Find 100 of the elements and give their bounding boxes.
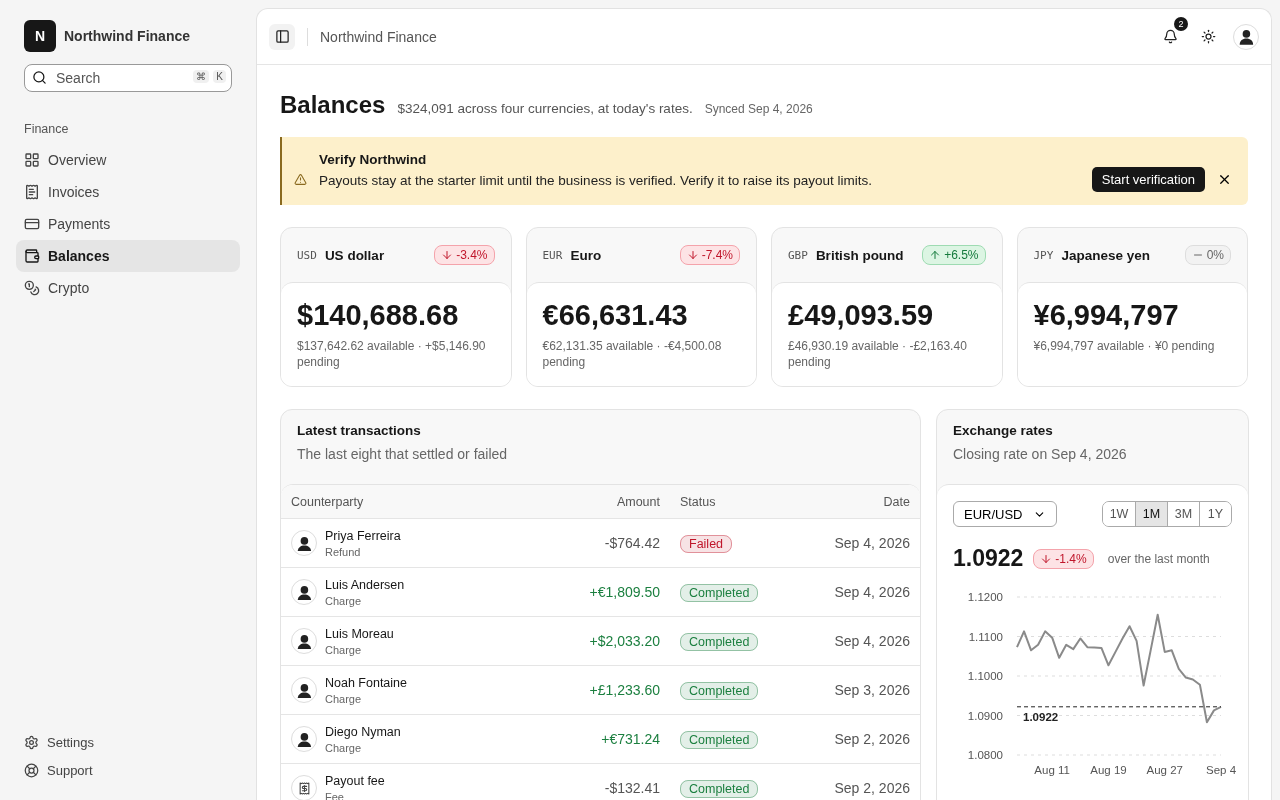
user-avatar[interactable] bbox=[1233, 23, 1259, 50]
coins-icon bbox=[24, 280, 40, 296]
close-button[interactable] bbox=[1217, 172, 1232, 187]
rate-value: 1.0922 bbox=[953, 545, 1024, 572]
counterparty-name: Payout fee bbox=[325, 773, 385, 788]
nav-item[interactable]: Settings bbox=[16, 728, 240, 756]
reference-label: 1.0922 bbox=[1023, 710, 1059, 723]
amount-cell-text: +€731.24 bbox=[600, 731, 660, 747]
currency-pair-select[interactable]: EUR/USD bbox=[953, 501, 1057, 527]
change-badge: -3.4% bbox=[434, 245, 495, 265]
page-title: Balances bbox=[280, 91, 386, 119]
sun-icon bbox=[1200, 29, 1216, 44]
nav-item[interactable]: Payments bbox=[16, 208, 240, 240]
shortcut-key: ⌘ bbox=[193, 70, 210, 83]
currency-name: Japanese yen bbox=[1061, 247, 1151, 263]
search-icon bbox=[32, 70, 47, 85]
column-header: Date bbox=[882, 494, 910, 509]
change-badge: +6.5% bbox=[922, 245, 986, 265]
grid-icon bbox=[24, 152, 40, 168]
currency-code: EUR bbox=[542, 248, 563, 262]
balance-detail: ¥6,994,797 available · ¥0 pending bbox=[1033, 338, 1216, 354]
nav-item[interactable]: Balances bbox=[16, 240, 240, 272]
brand-logo: N bbox=[24, 20, 56, 52]
axis-label: 1.1100 bbox=[968, 630, 1003, 643]
transaction-type: Fee bbox=[325, 790, 345, 800]
bell-icon bbox=[1162, 29, 1178, 44]
change-badge: -7.4% bbox=[679, 245, 740, 265]
nav-item[interactable]: Crypto bbox=[16, 272, 240, 304]
range-tab[interactable]: 1M bbox=[1135, 502, 1167, 526]
lifebuoy-icon bbox=[24, 762, 39, 778]
counterparty-name: Luis Andersen bbox=[325, 577, 405, 592]
column-header: Status bbox=[679, 494, 717, 509]
start-verification-button[interactable]: Start verification bbox=[1091, 167, 1205, 192]
currency-name: Euro bbox=[570, 247, 603, 263]
status-badge: Completed bbox=[680, 682, 759, 700]
nav-item[interactable]: Invoices bbox=[16, 176, 240, 208]
sidebar-icon bbox=[274, 29, 290, 44]
notification-count: 2 bbox=[1174, 16, 1188, 31]
date-cell-text: Sep 3, 2026 bbox=[833, 682, 910, 698]
axis-label: Aug 11 bbox=[1034, 764, 1070, 776]
receipt-icon bbox=[297, 781, 311, 795]
card-title: Latest transactions bbox=[297, 423, 422, 438]
transaction-type: Charge bbox=[325, 692, 363, 705]
person-icon bbox=[1237, 28, 1255, 45]
column-header: Counterparty bbox=[291, 494, 365, 509]
card-title: Exchange rates bbox=[953, 423, 1054, 438]
amount-cell-text: +$2,033.20 bbox=[588, 633, 660, 649]
currency-code: USD bbox=[297, 248, 317, 262]
date-cell-text: Sep 4, 2026 bbox=[833, 633, 910, 649]
range-tab[interactable]: 1Y bbox=[1199, 502, 1231, 526]
axis-label: Aug 19 bbox=[1090, 764, 1127, 776]
transaction-type: Refund bbox=[325, 545, 362, 558]
axis-label: 1.0800 bbox=[967, 749, 1003, 761]
transaction-type: Charge bbox=[325, 594, 363, 607]
currency-code: GBP bbox=[788, 248, 808, 262]
card-icon bbox=[24, 216, 40, 232]
wallet-icon bbox=[24, 248, 40, 264]
balance-amount: €66,631.43 bbox=[542, 299, 689, 332]
status-badge: Failed bbox=[680, 535, 733, 553]
status-badge: Completed bbox=[680, 731, 759, 749]
counterparty-name: Priya Ferreira bbox=[325, 528, 401, 543]
settings-icon bbox=[24, 734, 39, 750]
card-subtitle: Closing rate on Sep 4, 2026 bbox=[953, 446, 1128, 462]
amount-cell-text: +€1,809.50 bbox=[588, 584, 660, 600]
currency-code: JPY bbox=[1033, 248, 1054, 262]
date-cell-text: Sep 4, 2026 bbox=[833, 584, 910, 600]
transaction-type: Charge bbox=[325, 741, 363, 754]
balance-amount: $140,688.68 bbox=[297, 299, 460, 332]
balance-amount: ¥6,994,797 bbox=[1033, 299, 1180, 332]
transaction-type: Charge bbox=[325, 643, 363, 656]
counterparty-name: Noah Fontaine bbox=[325, 675, 407, 690]
change-badge: -1.4% bbox=[1033, 548, 1094, 569]
nav-item[interactable]: Overview bbox=[16, 144, 240, 176]
close-icon bbox=[1217, 172, 1232, 187]
date-cell-text: Sep 2, 2026 bbox=[833, 731, 910, 747]
banner-message: Payouts stay at the starter limit until the business is verified. Verify it to raise its payout limits. bbox=[319, 172, 873, 188]
balance-detail: $137,642.62 available · +$5,146.90 pending bbox=[297, 338, 487, 370]
axis-label: Sep 4 bbox=[1205, 764, 1237, 776]
status-badge: Completed bbox=[680, 584, 759, 602]
nav-item[interactable]: Support bbox=[16, 756, 240, 784]
status-badge: Completed bbox=[680, 780, 759, 798]
amount-cell-text: -$132.41 bbox=[603, 780, 660, 796]
status-badge: Completed bbox=[680, 633, 759, 651]
shortcut-key: K bbox=[213, 70, 226, 83]
axis-label: 1.1000 bbox=[967, 670, 1003, 682]
balance-detail: £46,930.19 available · -£2,163.40 pending bbox=[788, 338, 968, 370]
breadcrumb: Northwind Finance bbox=[320, 28, 438, 45]
axis-label: Aug 27 bbox=[1146, 764, 1183, 776]
brand-name: Northwind Finance bbox=[64, 28, 190, 44]
amount-cell-text: -$764.42 bbox=[603, 535, 660, 551]
date-cell-text: Sep 2, 2026 bbox=[833, 780, 910, 796]
section-label: Finance bbox=[24, 122, 70, 136]
banner-title: Verify Northwind bbox=[319, 151, 428, 167]
balance-detail: €62,131.35 available · -€4,500.08 pending bbox=[542, 338, 723, 370]
currency-name: US dollar bbox=[324, 247, 386, 263]
axis-label: 1.0900 bbox=[967, 709, 1003, 722]
sidebar-toggle-button[interactable] bbox=[269, 23, 295, 50]
amount-cell-text: +£1,233.60 bbox=[588, 682, 660, 698]
axis-label: 1.1200 bbox=[967, 591, 1003, 603]
receipt-icon bbox=[24, 184, 40, 200]
